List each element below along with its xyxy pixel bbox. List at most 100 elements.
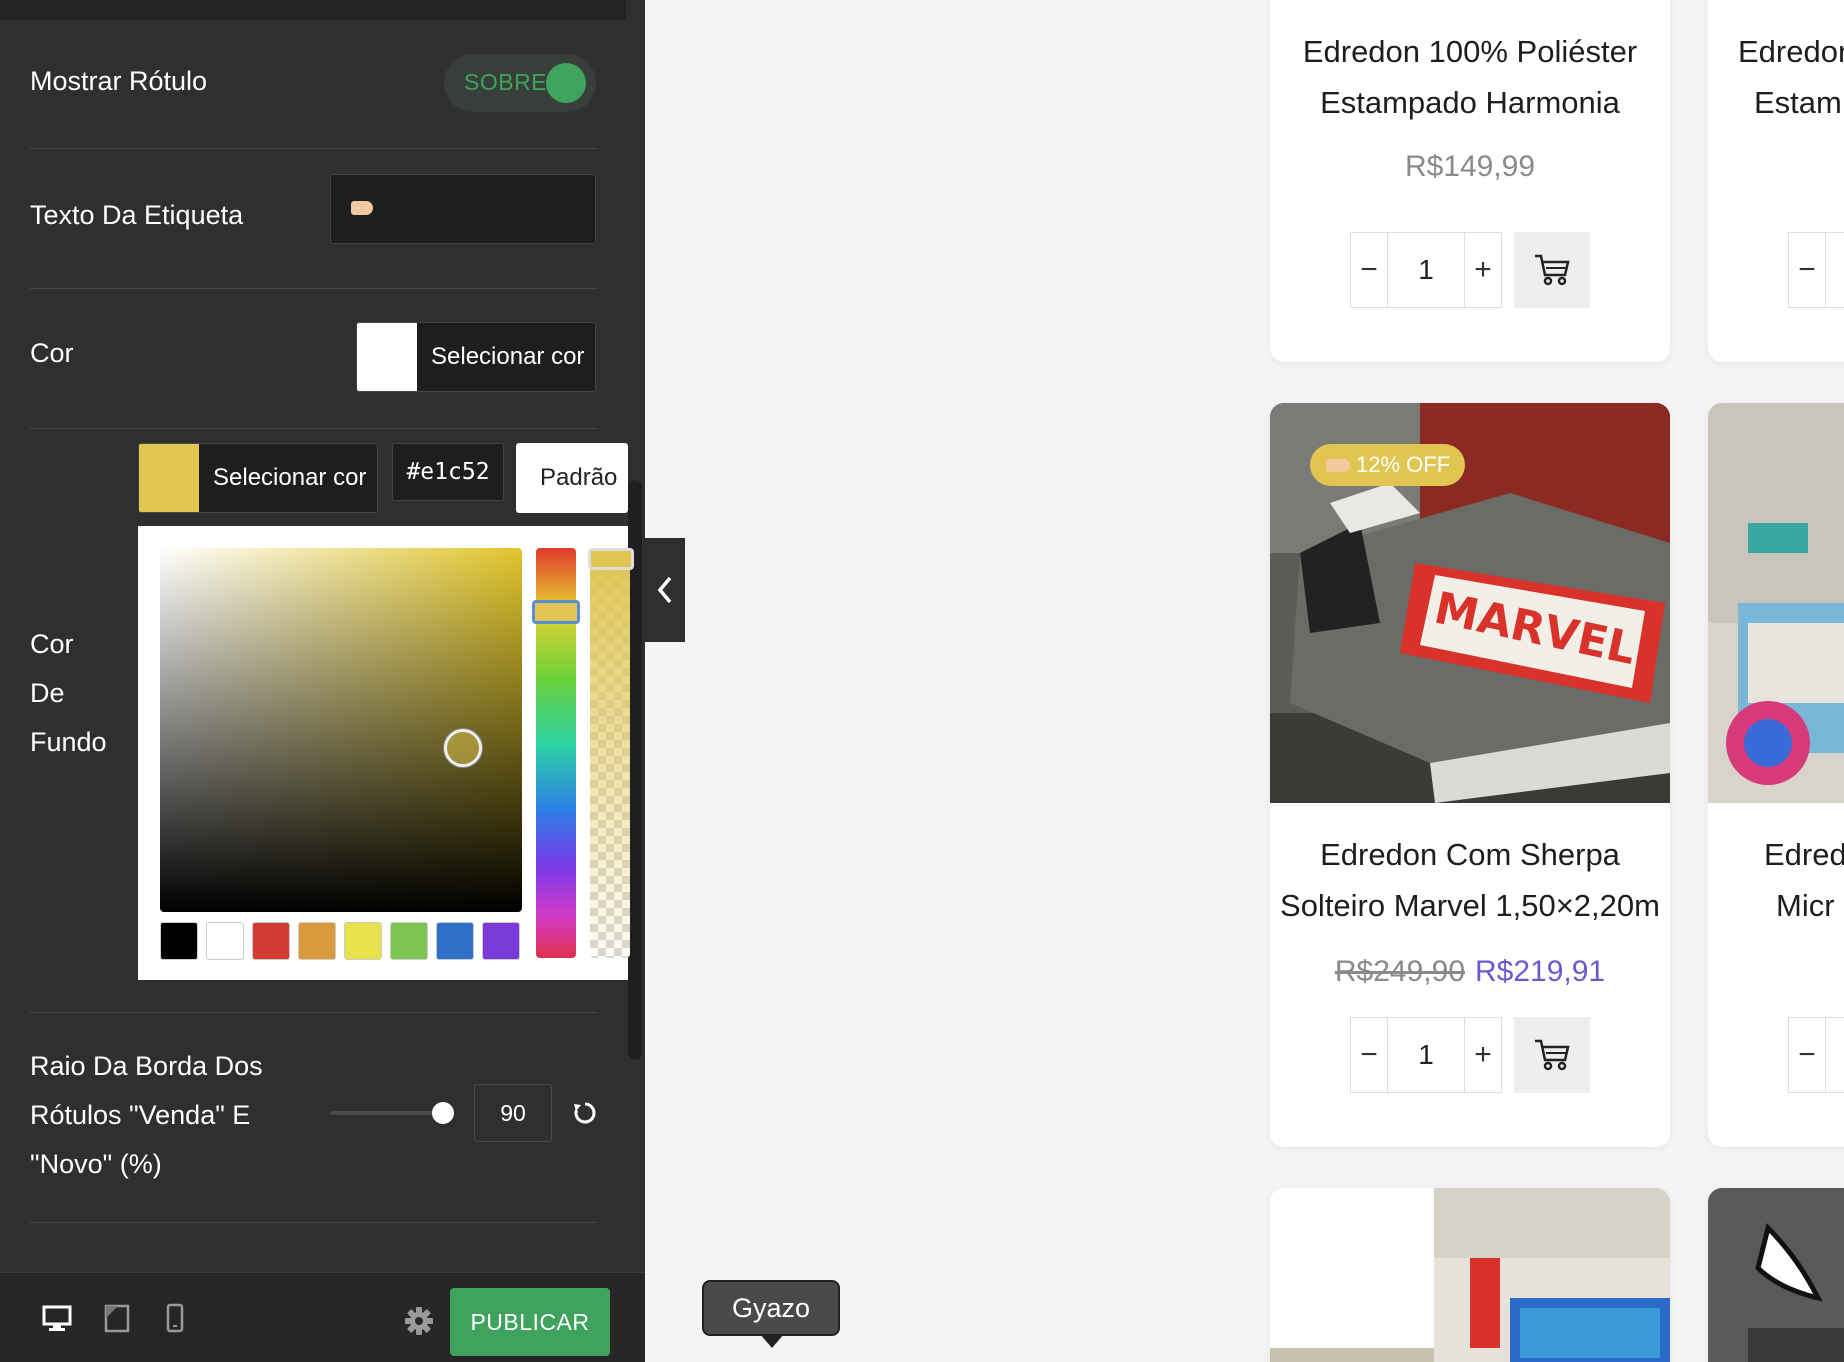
old-price: R$249,90 (1334, 955, 1465, 988)
show-label-label: Mostrar Rótulo (30, 66, 208, 96)
toggle-knob (546, 63, 586, 103)
sale-price: R$219,91 (1475, 955, 1606, 988)
tag-emoji-icon (1326, 459, 1350, 472)
product-title-line[interactable]: Estampado Harmonia (1270, 77, 1670, 128)
tag-emoji-icon (351, 201, 373, 215)
background-color-select-label: Selecionar cor (213, 464, 367, 491)
divider (30, 288, 598, 289)
product-card[interactable]: Edredon 100% Poliéster Estampado Harmoni… (1270, 0, 1670, 362)
quantity-value[interactable]: 1 (1387, 1018, 1465, 1092)
cart-icon (1535, 254, 1570, 286)
hex-input[interactable]: #e1c52 (392, 443, 504, 501)
tablet-icon[interactable] (102, 1303, 132, 1333)
chevron-left-icon (657, 576, 672, 604)
color-select-button[interactable]: Selecionar cor (356, 322, 596, 392)
color-presets (160, 922, 520, 960)
quantity-stepper: − 1 + (1350, 232, 1502, 308)
border-radius-slider-thumb[interactable] (432, 1102, 454, 1124)
hue-slider[interactable] (532, 548, 580, 958)
product-card-partial[interactable]: Edredon Estam − (1708, 0, 1844, 362)
hue-handle[interactable] (532, 600, 580, 624)
border-radius-label-line: Raio Da Borda Dos (30, 1051, 263, 1081)
background-color-select-button[interactable]: Selecionar cor (138, 443, 378, 513)
quantity-value[interactable] (1825, 233, 1844, 307)
quantity-stepper: − (1788, 1017, 1844, 1093)
preset-green[interactable] (390, 922, 428, 960)
decrease-button[interactable]: − (1789, 1018, 1825, 1092)
preset-orange[interactable] (298, 922, 336, 960)
toggle-state-text: SOBRE (464, 69, 548, 95)
color-picker (138, 526, 634, 980)
decrease-button[interactable]: − (1351, 1018, 1387, 1092)
mobile-icon[interactable] (160, 1303, 190, 1333)
saturation-handle[interactable] (444, 729, 482, 767)
product-title-line[interactable]: Solteiro Marvel 1,50×2,20m (1270, 880, 1670, 931)
show-label-toggle[interactable]: SOBRE (444, 54, 596, 112)
increase-button[interactable]: + (1465, 1018, 1501, 1092)
border-radius-label-line: Rótulos "Venda" E (30, 1100, 251, 1130)
divider (30, 428, 598, 429)
product-price: R$249,90 R$219,91 (1270, 955, 1670, 989)
sale-badge: 12% OFF (1310, 444, 1465, 486)
color-label: Cor (30, 338, 74, 368)
gyazo-tooltip: Gyazo (702, 1280, 840, 1336)
saturation-value-area[interactable] (160, 548, 522, 912)
background-color-label-line: Fundo (30, 727, 107, 757)
color-select-label: Selecionar cor (431, 343, 585, 370)
default-color-button[interactable]: Padrão (516, 443, 628, 513)
quantity-stepper: − (1788, 232, 1844, 308)
label-text-input[interactable] (330, 174, 596, 244)
quantity-value[interactable] (1825, 1018, 1844, 1092)
add-to-cart-button[interactable] (1514, 232, 1590, 308)
product-card[interactable]: MARVEL Edredon Com Sherpa Solteiro Marve… (1270, 403, 1670, 1147)
divider (30, 1012, 598, 1013)
decrease-button[interactable]: − (1789, 233, 1825, 307)
customizer-sidebar: Mostrar Rótulo SOBRE Texto Da Etiqueta C… (0, 0, 645, 1362)
background-color-label-line: De (30, 678, 65, 708)
preset-red[interactable] (252, 922, 290, 960)
increase-button[interactable]: + (1465, 233, 1501, 307)
product-title-line[interactable]: Edredon 100% Poliéster (1270, 26, 1670, 77)
publish-button[interactable]: PUBLICAR (450, 1288, 610, 1356)
background-color-label-line: Cor (30, 629, 74, 659)
background-color-label: Cor De Fundo (30, 620, 107, 767)
quantity-value[interactable]: 1 (1387, 233, 1465, 307)
product-card-partial[interactable] (1708, 1188, 1844, 1362)
product-title-line[interactable]: Edredon (1738, 26, 1844, 77)
alpha-slider[interactable] (588, 548, 634, 958)
quantity-stepper: − 1 + (1350, 1017, 1502, 1093)
sale-badge-text: 12% OFF (1356, 452, 1451, 477)
border-radius-label: Raio Da Borda Dos Rótulos "Venda" E "Nov… (30, 1042, 263, 1189)
preset-blue[interactable] (436, 922, 474, 960)
product-image[interactable] (1270, 1188, 1670, 1362)
sidebar-top-bar (0, 0, 626, 20)
background-color-swatch (139, 444, 199, 512)
divider (30, 148, 598, 149)
product-image[interactable] (1708, 403, 1844, 803)
preset-yellow[interactable] (344, 922, 382, 960)
product-title-line[interactable]: Edred (1764, 829, 1844, 880)
border-radius-value-input[interactable]: 90 (474, 1084, 552, 1142)
alpha-handle[interactable] (588, 548, 634, 570)
product-title-line[interactable]: Estam (1754, 77, 1842, 128)
border-radius-slider-track[interactable] (330, 1111, 442, 1115)
product-title-line[interactable]: Micr (1776, 880, 1835, 931)
product-card-partial[interactable]: Edred Micr − (1708, 403, 1844, 1147)
preset-black[interactable] (160, 922, 198, 960)
color-swatch (357, 323, 417, 391)
add-to-cart-button[interactable] (1514, 1017, 1590, 1093)
gear-icon[interactable] (404, 1306, 434, 1336)
product-title-line[interactable]: Edredon Com Sherpa (1270, 829, 1670, 880)
desktop-icon[interactable] (42, 1303, 72, 1333)
collapse-sidebar-button[interactable] (645, 538, 685, 642)
product-image[interactable] (1708, 1188, 1844, 1362)
label-text-label: Texto Da Etiqueta (30, 200, 244, 230)
product-card[interactable] (1270, 1188, 1670, 1362)
cart-icon (1535, 1039, 1570, 1071)
preset-white[interactable] (206, 922, 244, 960)
border-radius-label-line: "Novo" (%) (30, 1149, 162, 1179)
decrease-button[interactable]: − (1351, 233, 1387, 307)
tooltip-arrow (760, 1334, 784, 1348)
reset-icon[interactable] (572, 1100, 598, 1126)
preset-purple[interactable] (482, 922, 520, 960)
